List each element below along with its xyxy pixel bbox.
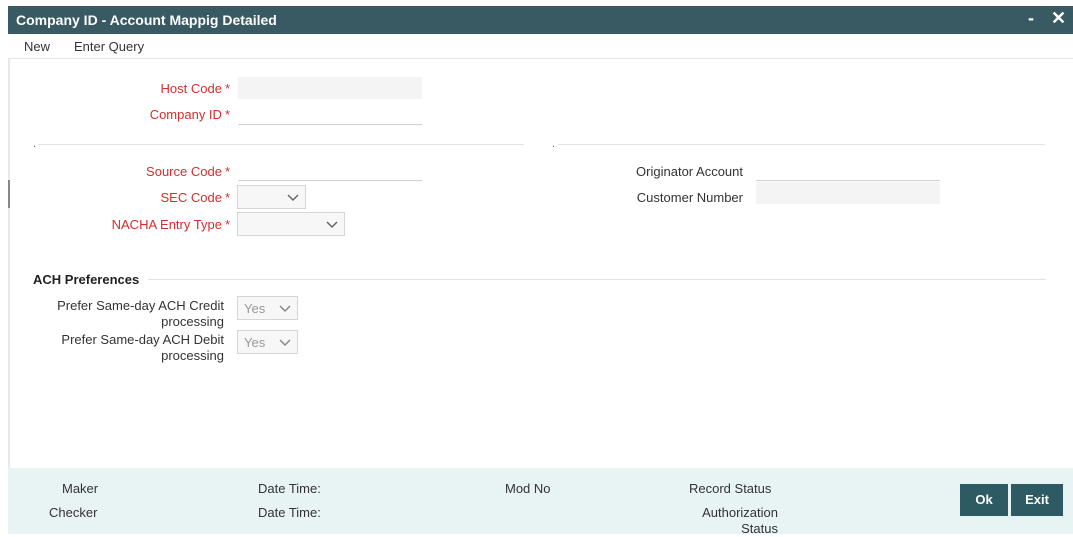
close-button[interactable]: ✕ [1051,8,1066,29]
ach-credit-label-line2: processing [161,314,224,329]
host-code-label: Host Code * [60,81,230,97]
left-border [8,58,10,468]
ach-preferences-title: ACH Preferences [33,272,140,287]
ach-debit-label: Prefer Same-day ACH Debit processing [20,332,224,364]
divider-left [38,144,524,145]
required-marker: * [224,164,230,179]
menu-new[interactable]: New [24,39,50,54]
required-marker: * [224,107,230,122]
authorization-status-line2: Status [741,521,778,536]
required-marker: * [224,190,230,205]
chevron-down-icon [279,339,291,347]
authorization-status-label: Authorization Status [690,505,778,537]
checker-date-time-label: Date Time: [258,505,321,520]
nacha-entry-type-select[interactable] [237,212,345,236]
host-code-field[interactable] [238,77,422,99]
ach-credit-label: Prefer Same-day ACH Credit processing [20,298,224,330]
ok-button[interactable]: Ok [960,484,1008,516]
ach-debit-label-line2: processing [161,348,224,363]
divider-right [558,144,1045,145]
source-code-label-text: Source Code [146,164,222,179]
exit-button[interactable]: Exit [1011,484,1063,516]
menu-bar: New Enter Query [8,34,1073,59]
ach-credit-value: Yes [244,301,266,316]
record-status-label: Record Status [689,481,772,496]
sec-code-select[interactable] [237,185,306,209]
checker-label: Checker [49,505,98,520]
left-border-marker [8,180,10,208]
chevron-down-icon [287,194,299,202]
company-id-label: Company ID * [60,107,230,123]
authorization-status-line1: Authorization [702,505,778,520]
sec-code-label-text: SEC Code [160,190,222,205]
originator-account-label: Originator Account [636,164,743,179]
menu-enter-query[interactable]: Enter Query [74,39,144,54]
maker-date-time-label: Date Time: [258,481,321,496]
maker-label: Maker [62,481,99,496]
ach-divider [148,279,1046,280]
source-code-label: Source Code * [60,164,230,180]
ach-credit-select[interactable]: Yes [237,296,298,320]
minimize-button[interactable]: - [1028,8,1034,29]
company-id-label-text: Company ID [149,107,222,122]
section-marker-right: . [552,138,556,150]
nacha-entry-type-label: NACHA Entry Type * [60,217,230,233]
customer-number-field[interactable] [756,182,940,204]
chevron-down-icon [326,221,338,229]
mod-no-label: Mod No [505,481,551,496]
window-titlebar: Company ID - Account Mappig Detailed - ✕ [8,6,1073,34]
ach-debit-value: Yes [244,335,266,350]
sec-code-label: SEC Code * [60,190,230,206]
nacha-entry-type-label-text: NACHA Entry Type [111,217,222,232]
source-code-field[interactable] [238,158,422,181]
ach-debit-label-line1: Prefer Same-day ACH Debit [61,332,224,347]
chevron-down-icon [279,305,291,313]
company-id-field[interactable] [238,102,422,125]
required-marker: * [224,81,230,96]
section-marker-left: . [33,138,37,150]
host-code-label-text: Host Code [160,81,222,96]
ach-debit-select[interactable]: Yes [237,330,298,354]
ach-credit-label-line1: Prefer Same-day ACH Credit [57,298,224,313]
customer-number-label: Customer Number [636,190,743,205]
required-marker: * [224,217,230,232]
audit-footer [8,468,1073,534]
originator-account-field[interactable] [756,158,940,181]
window-title: Company ID - Account Mappig Detailed [16,12,277,28]
